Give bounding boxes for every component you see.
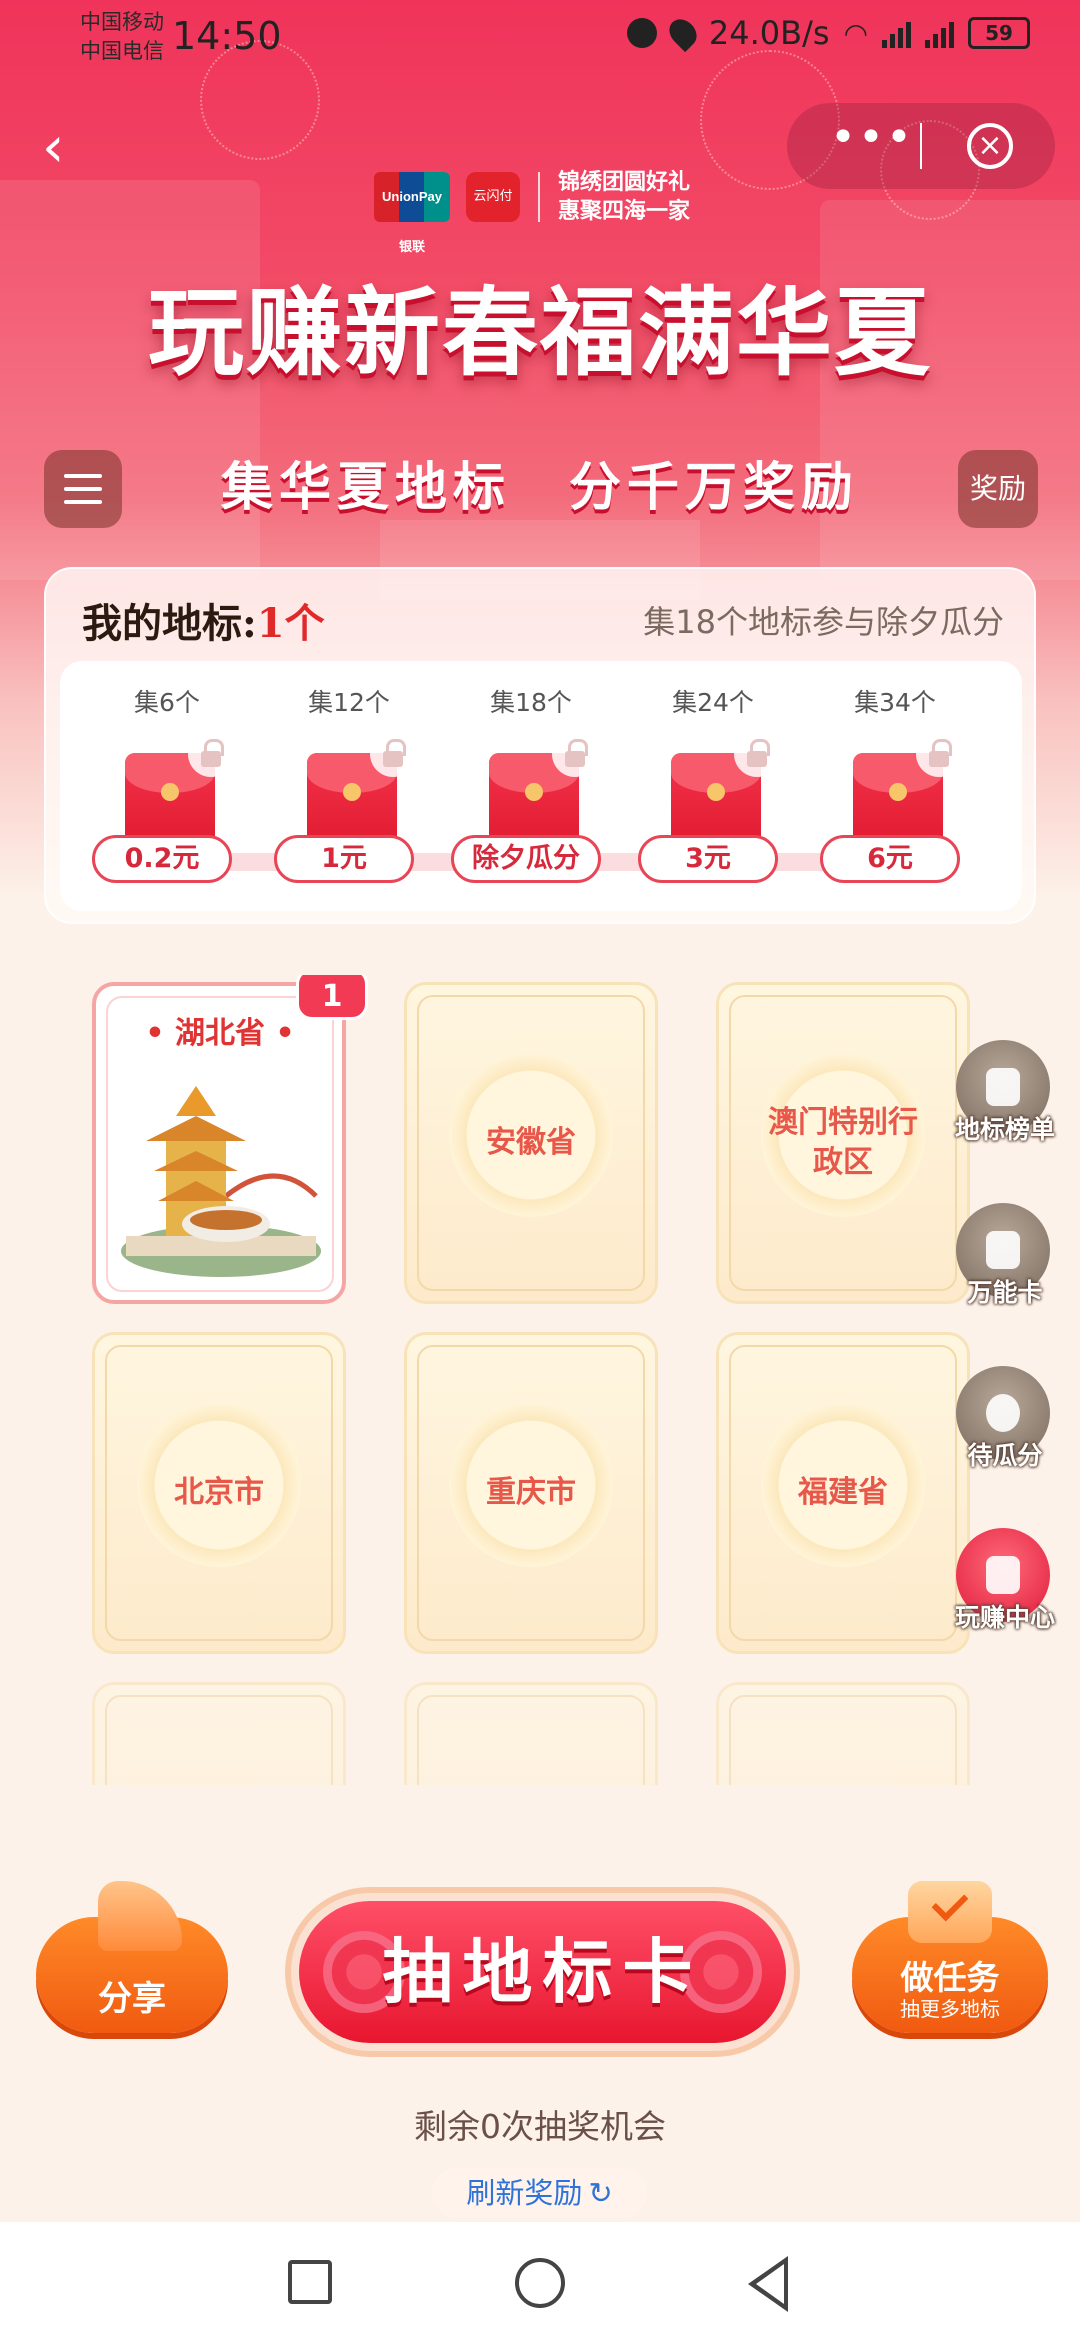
landmark-card-beijing[interactable]: 北京市 [92,1332,346,1654]
landmark-card[interactable] [404,1682,658,1785]
carrier-1: 中国移动 [80,10,164,34]
side-button-pending-split[interactable]: 待瓜分 [950,1366,1060,1476]
more-icon[interactable]: ••• [827,116,917,163]
draw-card-button[interactable]: 抽地标卡 [285,1887,800,2057]
reward-button[interactable]: 奖励 [958,450,1038,528]
milestone-1[interactable]: 集6个 0.2元 [92,661,242,911]
yellow-crane-tower-illustration [121,1086,321,1277]
landmark-card-grid: • 湖北省 • 1 安徽省 澳门特别行政区 北京市 重庆市 福建省 [0,975,1080,1785]
side-button-wild-card[interactable]: 万能卡 [950,1203,1060,1313]
progress-panel: 我的地标:1个 集18个地标参与除夕瓜分 集6个 0.2元 集12个 1元 集1… [44,567,1036,924]
draw-card-label: 抽地标卡 [382,1930,703,2013]
clock: 14:50 [172,14,282,58]
signal-icon-2 [925,18,954,48]
landmark-count: 1个 [256,600,325,647]
wifi-icon: ◠ [843,16,868,50]
status-bar: 中国移动 中国电信 14:50 24.0B/s ◠ 59 [0,0,1080,76]
milestone-label: 集6个 [134,688,200,717]
side-button-label: 玩赚中心 [954,1603,1055,1632]
milestone-label: 集12个 [308,688,390,717]
milestone-reward: 6元 [820,835,960,883]
back-nav-icon[interactable] [748,2256,788,2312]
milestone-label: 集24个 [672,688,754,717]
card-name: 北京市 [174,1475,264,1510]
milestone-reward: 0.2元 [92,835,232,883]
pagoda-icon [986,1068,1020,1106]
progress-note: 集18个地标参与除夕瓜分 [643,603,1004,641]
landmark-card-macau[interactable]: 澳门特别行政区 [716,982,970,1304]
landmark-card[interactable] [716,1682,970,1785]
share-label: 分享 [98,1979,166,2019]
red-envelope-icon [986,1556,1020,1594]
card-name: 安徽省 [486,1125,576,1160]
do-task-button[interactable]: 做任务 抽更多地标 [852,1881,1048,2033]
milestone-track: 集6个 0.2元 集12个 1元 集18个 除夕瓜分 集24个 3元 集34个 [60,661,1022,911]
side-button-label: 地标榜单 [954,1115,1055,1144]
slogan-line-2: 惠聚四海一家 [558,199,691,224]
page-subtitle: 集华夏地标 分千万奖励 [220,457,859,518]
recent-apps-icon[interactable] [288,2260,332,2304]
refresh-reward-link[interactable]: 刷新奖励 ↻ [432,2168,647,2218]
slogan: 锦绣团圆好礼 惠聚四海一家 [558,168,690,226]
carrier-labels: 中国移动 中国电信 [80,8,164,66]
yunshanfu-logo: 云闪付 [466,172,520,222]
refresh-label: 刷新奖励 [466,2176,583,2210]
side-button-label: 待瓜分 [967,1441,1043,1470]
card-name: 福建省 [798,1475,888,1510]
card-name: 重庆市 [486,1475,576,1510]
capsule-divider [920,123,922,169]
landmark-card-fujian[interactable]: 福建省 [716,1332,970,1654]
carrier-2: 中国电信 [80,39,164,63]
share-button[interactable]: 分享 [36,1881,228,2033]
home-icon[interactable] [515,2258,565,2308]
location-icon [663,13,702,53]
back-icon[interactable]: ‹ [42,118,82,178]
milestone-2[interactable]: 集12个 1元 [274,661,424,911]
side-button-label: 万能卡 [967,1278,1043,1307]
milestone-3[interactable]: 集18个 除夕瓜分 [451,661,606,911]
logo-divider [538,172,540,222]
card-count-badge: 1 [296,975,368,1020]
lock-icon [188,731,234,777]
milestone-4[interactable]: 集24个 3元 [638,661,788,911]
menu-icon [64,474,102,478]
money-bag-icon [986,1394,1020,1432]
lock-icon [552,731,598,777]
milestone-reward: 除夕瓜分 [451,835,601,883]
alarm-icon [626,18,657,48]
card-name: 澳门特别行政区 [768,1105,918,1180]
wild-card-icon [986,1231,1020,1269]
task-sublabel: 抽更多地标 [900,1997,1000,2021]
task-label: 做任务 [900,1958,1000,1997]
checklist-icon [908,1881,992,1943]
lock-icon [370,731,416,777]
refresh-icon: ↻ [588,2176,613,2210]
landmark-card-chongqing[interactable]: 重庆市 [404,1332,658,1654]
lock-icon [734,731,780,777]
landmark-card[interactable] [92,1682,346,1785]
lock-icon [916,731,962,777]
milestone-label: 集18个 [490,688,572,717]
signal-icon-1 [882,18,911,48]
system-nav-bar [0,2222,1080,2340]
mini-program-capsule: ••• × [787,103,1055,189]
slogan-line-1: 锦绣团圆好礼 [558,170,691,195]
battery-icon: 59 [968,17,1030,49]
remaining-chances: 剩余0次抽奖机会 [414,2107,666,2146]
share-icon [98,1881,182,1951]
milestone-reward: 3元 [638,835,778,883]
landmark-card-anhui[interactable]: 安徽省 [404,982,658,1304]
unionpay-logo: UnionPay 银联 [374,172,450,254]
milestone-label: 集34个 [854,688,936,717]
my-landmarks-heading: 我的地标:1个 [82,600,325,647]
milestone-reward: 1元 [274,835,414,883]
menu-button[interactable] [44,450,122,528]
landmark-card-hubei[interactable]: • 湖北省 • 1 [92,975,368,1304]
close-icon[interactable]: × [967,123,1013,169]
network-speed: 24.0B/s [708,14,830,52]
milestone-5[interactable]: 集34个 6元 [820,661,970,911]
side-button-play-center[interactable]: 玩赚中心 [950,1528,1060,1638]
side-button-ranking[interactable]: 地标榜单 [950,1040,1060,1150]
page-title: 玩赚新春福满华夏 [148,276,932,389]
